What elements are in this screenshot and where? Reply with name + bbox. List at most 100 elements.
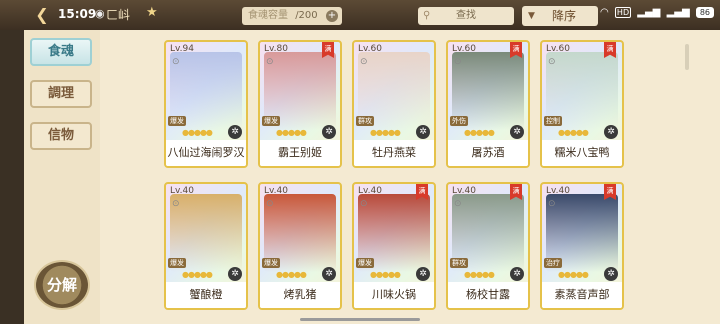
card-level: Lv.60 xyxy=(358,44,382,54)
rank-stars: ●●●●● xyxy=(464,270,495,279)
back-icon[interactable]: ❮ xyxy=(30,4,54,26)
card-name: 霸王别姬 xyxy=(260,140,340,166)
tab-cooking[interactable]: 調理 xyxy=(30,80,92,108)
card-level: Lv.94 xyxy=(170,44,194,54)
signal-icon: ▂▄▆ xyxy=(637,7,661,18)
rank-stars: ●●●●● xyxy=(276,270,307,279)
favorite-icon: ⊙ xyxy=(360,57,368,67)
home-indicator xyxy=(300,318,420,321)
skill-icon: ✲ xyxy=(322,267,336,281)
capacity-box: 食魂容量 /200 + xyxy=(242,7,342,25)
battery-icon: 86 xyxy=(695,7,715,18)
type-tag: 外伤 xyxy=(450,116,468,126)
card-name: 烤乳猪 xyxy=(260,282,340,308)
skill-icon: ✲ xyxy=(322,125,336,139)
skill-icon: ✲ xyxy=(228,267,242,281)
favorite-icon: ⊙ xyxy=(548,57,556,67)
search-label: 查找 xyxy=(456,10,476,21)
star-icon[interactable]: ★ xyxy=(146,5,158,20)
type-tag: 爆发 xyxy=(356,258,374,268)
scrollbar[interactable] xyxy=(685,44,689,70)
favorite-icon: ⊙ xyxy=(548,199,556,209)
type-tag: 爆发 xyxy=(262,116,280,126)
food-soul-card[interactable]: Lv.40 ⊙ 满群攻 ●●●●● ✲ 杨校甘露 xyxy=(446,182,530,310)
capacity-count: /200 xyxy=(295,10,318,21)
food-soul-card[interactable]: Lv.60 ⊙ 满外伤 ●●●●● ✲ 屠苏酒 xyxy=(446,40,530,168)
favorite-icon: ⊙ xyxy=(454,57,462,67)
type-tag: 控制 xyxy=(544,116,562,126)
card-level: Lv.40 xyxy=(358,186,382,196)
card-name: 川味火锅 xyxy=(354,282,434,308)
food-soul-card[interactable]: Lv.60 ⊙ 满控制 ●●●●● ✲ 糯米八宝鸭 xyxy=(540,40,624,168)
favorite-icon: ⊙ xyxy=(266,199,274,209)
type-tag: 爆发 xyxy=(262,258,280,268)
wifi-icon: ◠ xyxy=(600,7,609,18)
food-soul-card[interactable]: Lv.40 ⊙ 满爆发 ●●●●● ✲ 川味火锅 xyxy=(352,182,436,310)
card-level: Lv.40 xyxy=(546,186,570,196)
skill-icon: ✲ xyxy=(416,267,430,281)
card-level: Lv.40 xyxy=(264,186,288,196)
sort-label: 降序 xyxy=(552,9,577,23)
signal-icon-2: ▂▄▆ xyxy=(666,7,690,18)
hd-badge: HD xyxy=(614,7,632,18)
sort-button[interactable]: ▼ 降序 xyxy=(522,6,598,26)
card-name: 牡丹燕菜 xyxy=(354,140,434,166)
search-icon: ⚲ xyxy=(423,10,431,21)
food-soul-card[interactable]: Lv.60 ⊙ 群攻 ●●●●● ✲ 牡丹燕菜 xyxy=(352,40,436,168)
rank-stars: ●●●●● xyxy=(276,128,307,137)
card-level: Lv.40 xyxy=(452,186,476,196)
rank-stars: ●●●●● xyxy=(182,270,213,279)
rank-stars: ●●●●● xyxy=(182,128,213,137)
rank-stars: ●●●●● xyxy=(370,270,401,279)
tab-tokens[interactable]: 信物 xyxy=(30,122,92,150)
type-tag: 群攻 xyxy=(450,258,468,268)
skill-icon: ✲ xyxy=(510,267,524,281)
card-name: 杨校甘露 xyxy=(448,282,528,308)
food-soul-card[interactable]: Lv.94 ⊙ 爆发 ●●●●● ✲ 八仙过海闹罗汉 xyxy=(164,40,248,168)
add-capacity-button[interactable]: + xyxy=(326,10,338,22)
rank-stars: ●●●●● xyxy=(558,270,589,279)
decompose-button[interactable]: 分解 xyxy=(36,262,88,308)
favorite-icon: ⊙ xyxy=(360,199,368,209)
card-name: 蟹酿橙 xyxy=(166,282,246,308)
skill-icon: ✲ xyxy=(416,125,430,139)
status-icons: ◠ HD ▂▄▆ ▂▄▆ 86 xyxy=(600,7,717,18)
card-name: 糯米八宝鸭 xyxy=(542,140,622,166)
tab-food-soul[interactable]: 食魂 xyxy=(30,38,92,66)
type-tag: 爆发 xyxy=(168,258,186,268)
favorite-icon: ⊙ xyxy=(454,199,462,209)
card-name: 八仙过海闹罗汉 xyxy=(166,140,246,166)
skill-icon: ✲ xyxy=(510,125,524,139)
rank-stars: ●●●●● xyxy=(558,128,589,137)
type-tag: 治疗 xyxy=(544,258,562,268)
card-name: 素蒸音声部 xyxy=(542,282,622,308)
capacity-label: 食魂容量 xyxy=(248,10,288,21)
rank-stars: ●●●●● xyxy=(464,128,495,137)
food-soul-card[interactable]: Lv.40 ⊙ 满治疗 ●●●●● ✲ 素蒸音声部 xyxy=(540,182,624,310)
sidebar: 食魂 調理 信物 分解 xyxy=(0,30,100,324)
card-level: Lv.80 xyxy=(264,44,288,54)
skill-icon: ✲ xyxy=(604,125,618,139)
type-tag: 群攻 xyxy=(356,116,374,126)
food-soul-card[interactable]: Lv.40 ⊙ 爆发 ●●●●● ✲ 蟹酿橙 xyxy=(164,182,248,310)
favorite-icon: ⊙ xyxy=(266,57,274,67)
card-level: Lv.40 xyxy=(170,186,194,196)
sort-arrow-icon: ▼ xyxy=(528,11,535,21)
type-tag: 爆发 xyxy=(168,116,186,126)
search-button[interactable]: ⚲ 查找 xyxy=(418,7,514,25)
rank-stars: ●●●●● xyxy=(370,128,401,137)
card-grid: Lv.94 ⊙ 爆发 ●●●●● ✲ 八仙过海闹罗汉 Lv.80 ⊙ 满爆发 ●●●●● ✲ 霸王别姬… xyxy=(164,40,684,324)
food-soul-card[interactable]: Lv.40 ⊙ 爆发 ●●●●● ✲ 烤乳猪 xyxy=(258,182,342,310)
favorite-icon: ⊙ xyxy=(172,199,180,209)
skill-icon: ✲ xyxy=(604,267,618,281)
favorite-icon: ⊙ xyxy=(172,57,180,67)
top-bar: ❮ 15:09 ◉ ㄈ㞳 ★ 食魂容量 /200 + ⚲ 查找 ▼ 降序 ◠ H… xyxy=(0,0,720,30)
clock: 15:09 xyxy=(58,7,97,21)
card-level: Lv.60 xyxy=(546,44,570,54)
wechat-icon: ◉ xyxy=(95,7,105,20)
card-name: 屠苏酒 xyxy=(448,140,528,166)
page-title: ㄈ㞳 xyxy=(106,8,131,22)
card-level: Lv.60 xyxy=(452,44,476,54)
food-soul-card[interactable]: Lv.80 ⊙ 满爆发 ●●●●● ✲ 霸王别姬 xyxy=(258,40,342,168)
skill-icon: ✲ xyxy=(228,125,242,139)
